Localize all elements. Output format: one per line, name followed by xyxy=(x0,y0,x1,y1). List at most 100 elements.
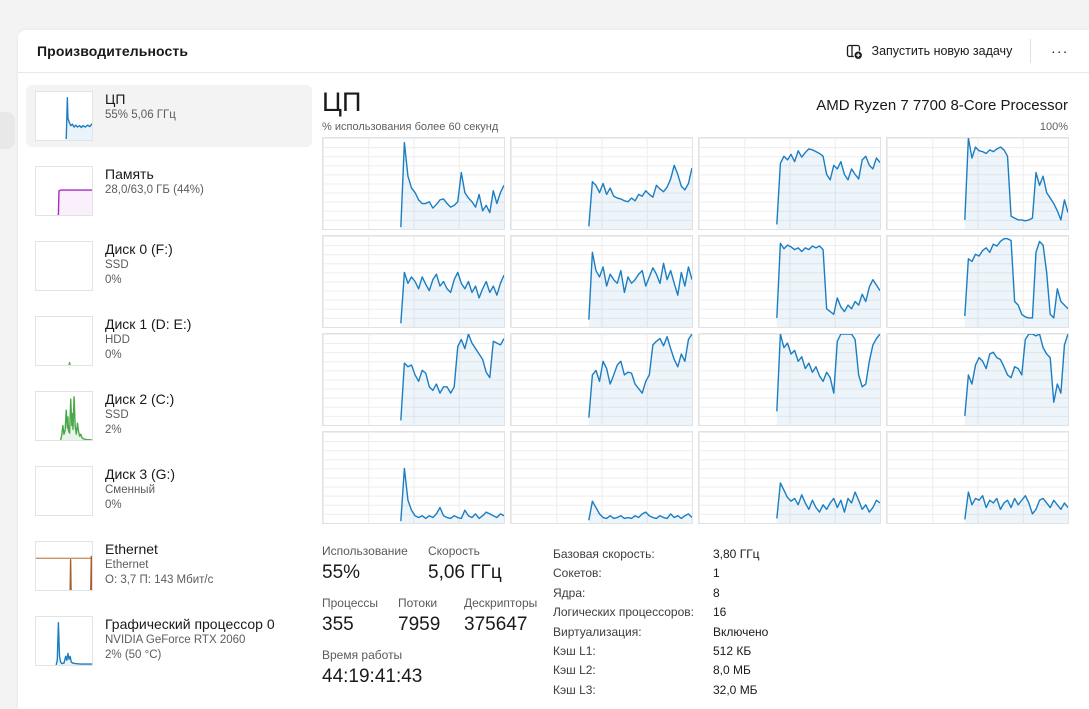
nav-rail-selected-stub xyxy=(0,112,15,149)
performance-sidebar: ЦП 55% 5,06 ГГц Память 28,0/63,0 ГБ (44%) Ди… xyxy=(18,73,320,709)
sidebar-item-title: Диск 1 (D: E:) xyxy=(105,316,192,332)
sidebar-item-disk1[interactable]: Диск 1 (D: E:) HDD 0% xyxy=(26,310,312,372)
core-chart-cpu-0 xyxy=(322,137,505,230)
sidebar-item-title: Графический процессор 0 xyxy=(105,616,275,632)
mini-chart-disk3 xyxy=(35,466,93,516)
sidebar-item-text: Ethernet Ethernet О: 3,7 П: 143 Мбит/с xyxy=(105,541,213,591)
spec-row: Базовая скорость: 3,80 ГГц xyxy=(553,545,1068,564)
cpu-stats-dynamic: Использование 55% Скорость 5,06 ГГц Проц… xyxy=(322,544,553,700)
sidebar-item-text: Графический процессор 0 NVIDIA GeForce RT… xyxy=(105,616,275,666)
core-grid xyxy=(322,137,1069,524)
sidebar-item-title: Диск 3 (G:) xyxy=(105,466,176,482)
task-manager-window: Производительность Запустить новую задач… xyxy=(18,30,1089,709)
processes-value: 355 xyxy=(322,614,354,635)
core-chart-cpu-2 xyxy=(698,137,881,230)
sidebar-item-title: Диск 2 (C:) xyxy=(105,391,175,407)
page-title: Производительность xyxy=(37,43,189,59)
sidebar-item-subline: 2% (50 °C) xyxy=(105,649,162,661)
sidebar-item-text: ЦП 55% 5,06 ГГц xyxy=(105,91,176,141)
sidebar-item-disk2[interactable]: Диск 2 (C:) SSD 2% xyxy=(26,385,312,447)
threads-value: 7959 xyxy=(398,614,441,635)
sidebar-item-cpu[interactable]: ЦП 55% 5,06 ГГц xyxy=(26,85,312,147)
sidebar-item-subline: NVIDIA GeForce RTX 2060 xyxy=(105,634,246,646)
run-new-task-button[interactable]: Запустить новую задачу xyxy=(836,37,1023,66)
core-chart-cpu-9 xyxy=(510,333,693,426)
threads-label: Потоки xyxy=(398,596,438,610)
sidebar-item-subline: HDD xyxy=(105,334,130,346)
core-chart-cpu-14 xyxy=(698,431,881,524)
sidebar-item-subline: О: 3,7 П: 143 Мбит/с xyxy=(105,574,214,586)
spec-value: 3,80 ГГц xyxy=(713,547,760,561)
sidebar-item-subline: 0% xyxy=(105,349,122,361)
spec-label: Ядра: xyxy=(553,585,586,600)
handles-value: 375647 xyxy=(464,614,528,635)
sidebar-item-title: Ethernet xyxy=(105,541,158,557)
sidebar-item-subline: 0% xyxy=(105,499,122,511)
spec-row: Ядра: 8 xyxy=(553,584,1068,603)
spec-row: Логических процессоров: 16 xyxy=(553,603,1068,622)
sidebar-item-disk0[interactable]: Диск 0 (F:) SSD 0% xyxy=(26,235,312,297)
spec-row: Кэш L3: 32,0 МБ xyxy=(553,681,1068,700)
spec-value: 8 xyxy=(713,585,720,600)
spec-label: Виртуализация: xyxy=(553,624,642,639)
processes-label: Процессы xyxy=(322,596,379,610)
uptime-value: 44:19:41:43 xyxy=(322,666,423,687)
graph-caption: % использования более 60 секунд xyxy=(322,121,499,133)
sidebar-item-subline: SSD xyxy=(105,259,129,271)
sidebar-item-text: Диск 1 (D: E:) HDD 0% xyxy=(105,316,191,366)
cpu-detail-pane: ЦП AMD Ryzen 7 7700 8-Core Processor % и… xyxy=(320,73,1089,709)
sidebar-item-disk3[interactable]: Диск 3 (G:) Сменный 0% xyxy=(26,460,312,522)
core-chart-cpu-11 xyxy=(886,333,1069,426)
spec-label: Логических процессоров: xyxy=(553,605,694,620)
sidebar-item-ethernet[interactable]: Ethernet Ethernet О: 3,7 П: 143 Мбит/с xyxy=(26,535,312,597)
mini-chart-disk0 xyxy=(35,241,93,291)
sidebar-item-memory[interactable]: Память 28,0/63,0 ГБ (44%) xyxy=(26,160,312,222)
spec-label: Сокетов: xyxy=(553,566,602,581)
cpu-stats-static: Базовая скорость: 3,80 ГГц Сокетов: 1 Ядра: 8… xyxy=(553,544,1068,700)
window-plus-icon xyxy=(846,43,863,60)
graph-max-label: 100% xyxy=(1039,121,1068,133)
spec-value: Включено xyxy=(713,624,769,639)
content-area: ЦП 55% 5,06 ГГц Память 28,0/63,0 ГБ (44%) Ди… xyxy=(18,73,1089,709)
sidebar-item-text: Память 28,0/63,0 ГБ (44%) xyxy=(105,166,204,216)
mini-chart-gpu0 xyxy=(35,616,93,666)
sidebar-item-title: Диск 0 (F:) xyxy=(105,241,173,257)
graph-caption-row: % использования более 60 секунд 100% xyxy=(322,121,1068,133)
sidebar-item-subline: 0% xyxy=(105,274,122,286)
speed-label: Скорость xyxy=(428,544,480,558)
core-chart-cpu-12 xyxy=(322,431,505,524)
mini-chart-disk2 xyxy=(35,391,93,441)
cpu-pane-title: ЦП xyxy=(322,87,362,117)
speed-value: 5,06 ГГц xyxy=(428,562,502,583)
core-chart-cpu-15 xyxy=(886,431,1069,524)
mini-chart-cpu xyxy=(35,91,93,141)
core-chart-cpu-7 xyxy=(886,235,1069,328)
mini-chart-disk1 xyxy=(35,316,93,366)
sidebar-item-title: ЦП xyxy=(105,91,126,107)
more-options-button[interactable]: ... xyxy=(1039,39,1081,63)
sidebar-item-title: Память xyxy=(105,166,154,182)
core-chart-cpu-1 xyxy=(510,137,693,230)
page-header: Производительность Запустить новую задач… xyxy=(18,30,1089,73)
sidebar-item-text: Диск 3 (G:) Сменный 0% xyxy=(105,466,175,516)
cpu-stats: Использование 55% Скорость 5,06 ГГц Проц… xyxy=(322,544,1068,700)
sidebar-item-gpu0[interactable]: Графический процессор 0 NVIDIA GeForce RT… xyxy=(26,610,312,672)
sidebar-item-subline: Сменный xyxy=(105,484,155,496)
cpu-header-row: ЦП AMD Ryzen 7 7700 8-Core Processor xyxy=(322,87,1068,117)
usage-label: Использование xyxy=(322,544,408,558)
spec-row: Сокетов: 1 xyxy=(553,564,1068,583)
spec-label: Кэш L1: xyxy=(553,644,596,659)
mini-chart-ethernet xyxy=(35,541,93,591)
spec-value: 1 xyxy=(713,566,720,581)
spec-row: Виртуализация: Включено xyxy=(553,623,1068,642)
ellipsis-icon: ... xyxy=(1051,40,1069,56)
sidebar-item-subline: 28,0/63,0 ГБ (44%) xyxy=(105,184,204,196)
spec-label: Кэш L3: xyxy=(553,682,596,697)
spec-value: 16 xyxy=(713,605,727,620)
sidebar-item-subline: Ethernet xyxy=(105,559,149,571)
sidebar-item-text: Диск 2 (C:) SSD 2% xyxy=(105,391,174,441)
header-divider xyxy=(1030,39,1032,63)
spec-row: Кэш L1: 512 КБ xyxy=(553,642,1068,661)
handles-label: Дескрипторы xyxy=(464,596,538,610)
sidebar-item-subline: SSD xyxy=(105,409,129,421)
